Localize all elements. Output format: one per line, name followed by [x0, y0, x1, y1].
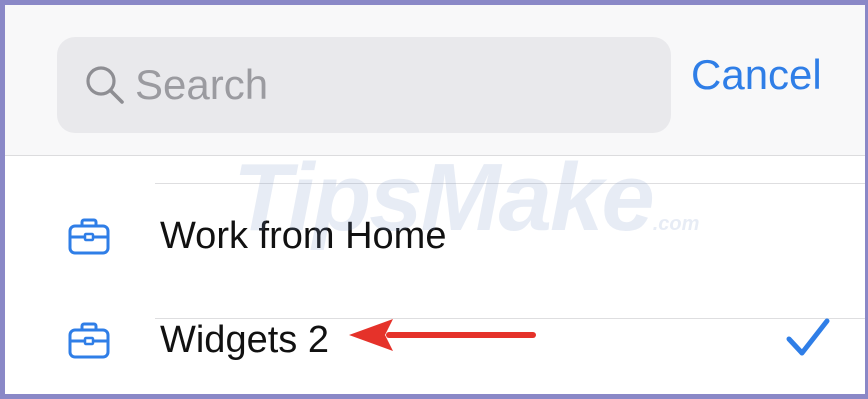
- search-bar[interactable]: [57, 37, 671, 133]
- cancel-button[interactable]: Cancel: [691, 51, 822, 99]
- briefcase-icon: [68, 322, 110, 359]
- search-header: Cancel: [5, 5, 865, 156]
- search-icon: [86, 66, 124, 104]
- annotation-arrow-icon: [349, 319, 536, 351]
- list-item-work-from-home[interactable]: Work from Home: [5, 185, 865, 319]
- checkmark-icon: [786, 318, 830, 356]
- search-input[interactable]: [135, 37, 635, 133]
- divider: [155, 183, 865, 184]
- screenshot-frame: Cancel Work from Home Widgets 2: [0, 0, 868, 399]
- list-item-label: Widgets 2: [160, 319, 329, 361]
- list-item-label: Work from Home: [160, 215, 447, 257]
- briefcase-icon: [68, 218, 110, 255]
